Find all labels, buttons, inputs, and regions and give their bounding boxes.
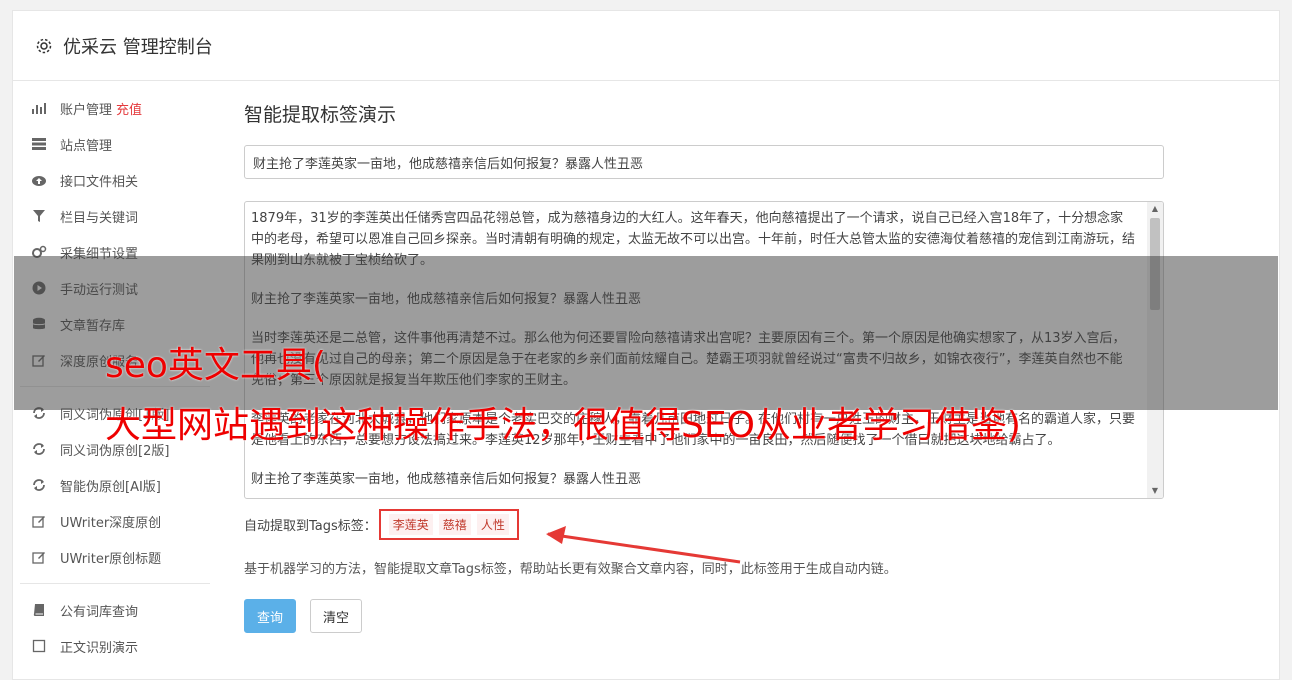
panel-header: 优采云 管理控制台	[13, 11, 1279, 81]
sidebar-item-text-recognition[interactable]: 正文识别演示	[20, 628, 210, 664]
filter-icon	[30, 208, 48, 224]
sidebar-item-uwriter-title[interactable]: UWriter原创标题	[20, 539, 210, 575]
tags-row: 自动提取到Tags标签： 李莲英 慈禧 人性	[244, 509, 1164, 540]
sidebar-item-interface[interactable]: 接口文件相关	[20, 162, 210, 198]
overlay-title-line2: 大型网站遇到这种操作手法，很值得SEO从业者学习借鉴)	[105, 405, 1021, 446]
sidebar-item-label: 站点管理	[60, 138, 113, 154]
refresh-icon	[30, 441, 48, 457]
sidebar-item-label: 正文识别演示	[60, 640, 139, 656]
sidebar-divider	[20, 583, 210, 584]
tags-label: 自动提取到Tags标签：	[244, 519, 377, 534]
section-heading: 智能提取标签演示	[244, 104, 397, 126]
feature-description: 基于机器学习的方法，智能提取文章Tags标签，帮助站长更有效聚合文章内容，同时，…	[244, 562, 897, 577]
refresh-icon	[30, 477, 48, 493]
sidebar-item-label: 栏目与关键词	[60, 210, 139, 226]
recharge-link[interactable]: 充值	[116, 99, 142, 118]
sidebar-item-label: 接口文件相关	[60, 174, 139, 190]
sidebar-item-label: UWriter深度原创	[60, 515, 162, 531]
scroll-down-icon[interactable]: ▼	[1147, 484, 1163, 498]
sidebar-item-label: 公有词库查询	[60, 604, 139, 620]
book-icon	[30, 602, 48, 618]
clear-button[interactable]: 清空	[310, 599, 363, 633]
sidebar-item-label: 智能伪原创[AI版]	[60, 479, 161, 495]
gear-icon	[35, 37, 53, 55]
query-button[interactable]: 查询	[244, 599, 297, 633]
sidebar-item-label: 账户管理	[60, 102, 113, 118]
server-icon	[30, 136, 48, 152]
sidebar-item-sites[interactable]: 站点管理	[20, 126, 210, 162]
sidebar-item-label: UWriter原创标题	[60, 551, 162, 567]
bar-chart-icon	[30, 100, 48, 116]
page-title: 优采云 管理控制台	[63, 36, 213, 58]
article-title-input[interactable]: 财主抢了李莲英家一亩地，他成慈禧亲信后如何报复？暴露人性丑恶	[244, 145, 1164, 179]
content-paragraph: 财主抢了李莲英家一亩地，他成慈禧亲信后如何报复？暴露人性丑恶	[251, 472, 642, 487]
sidebar-item-public-lexicon[interactable]: 公有词库查询	[20, 592, 210, 628]
sidebar-item-columns[interactable]: 栏目与关键词	[20, 198, 210, 234]
overlay-title-line1: seo英文工具(	[105, 345, 326, 386]
edit-icon	[30, 513, 48, 529]
tag-item[interactable]: 慈禧	[438, 514, 471, 535]
tag-item[interactable]: 李莲英	[388, 514, 433, 535]
cloud-upload-icon	[30, 172, 48, 188]
square-icon	[30, 638, 48, 654]
sidebar-item-ai-rewrite[interactable]: 智能伪原创[AI版]	[20, 467, 210, 503]
edit-icon	[30, 549, 48, 565]
scroll-up-icon[interactable]: ▲	[1147, 202, 1163, 216]
sidebar-item-account[interactable]: 账户管理 充值	[20, 90, 210, 126]
button-row: 查询 清空	[244, 599, 1164, 633]
tags-highlight-box: 李莲英 慈禧 人性	[378, 509, 519, 540]
sidebar-item-uwriter-original[interactable]: UWriter深度原创	[20, 503, 210, 539]
tag-item[interactable]: 人性	[476, 514, 509, 535]
